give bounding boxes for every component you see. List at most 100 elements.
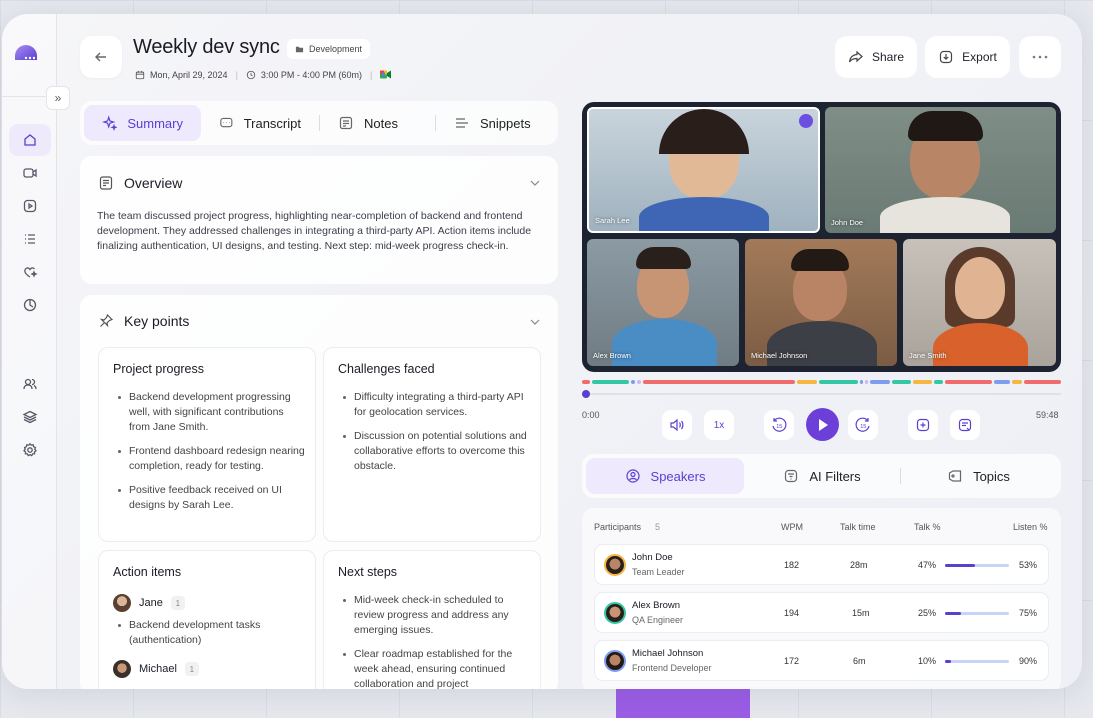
avatar (604, 602, 626, 624)
talk-bar-fill (945, 612, 961, 615)
play-button[interactable] (806, 408, 839, 441)
back-button[interactable] (80, 36, 122, 78)
tab-topics-label: Topics (973, 468, 1010, 484)
meeting-time: 3:00 PM - 4:00 PM (60m) (260, 69, 362, 80)
video-tile-michael[interactable]: Michael Johnson (745, 239, 897, 366)
layers-icon[interactable] (9, 401, 51, 433)
participant-hair (659, 109, 749, 154)
volume-icon (670, 418, 684, 432)
playback-scrubber[interactable] (582, 390, 590, 398)
settings-icon[interactable] (9, 434, 51, 466)
list-item: Mid-week check-in scheduled to review pr… (338, 593, 530, 638)
video-tile-sarah[interactable]: Sarah Lee (587, 107, 820, 233)
forward-15-button[interactable]: 15 (848, 410, 878, 440)
users-icon[interactable] (9, 368, 51, 400)
add-note-button[interactable] (950, 410, 980, 440)
assignee-name: Jane (139, 597, 163, 609)
tasks-icon[interactable] (9, 223, 51, 255)
tab-transcript-label: Transcript (243, 115, 301, 131)
tab-transcript[interactable]: Transcript (201, 105, 319, 141)
svg-text:15: 15 (776, 424, 782, 430)
recordings-icon[interactable] (9, 190, 51, 222)
share-label: Share (871, 50, 905, 64)
chevron-down-icon[interactable] (530, 180, 540, 186)
share-button[interactable]: Share (835, 36, 917, 78)
sidebar-nav (9, 124, 51, 322)
list-item: Positive feedback received on UI designs… (113, 483, 305, 513)
wpm-value: 194 (784, 608, 800, 618)
participant-role: Frontend Developer (632, 663, 712, 673)
video-tile-alex[interactable]: Alex Brown (587, 239, 739, 366)
project-progress-box: Project progress Backend development pro… (98, 347, 316, 542)
tab-ai-filters[interactable]: AI Filters (744, 458, 900, 494)
participant-hair (791, 249, 849, 271)
tab-summary-label: Summary (127, 115, 183, 131)
tag-icon (948, 470, 962, 482)
talk-listen-bar (945, 612, 1009, 615)
sparkle-icon (102, 115, 118, 131)
participant-name: John Doe (632, 552, 673, 563)
table-row[interactable]: Michael Johnson Frontend Developer 172 6… (594, 640, 1049, 681)
participant-shirt (933, 323, 1028, 366)
chat-icon (220, 117, 233, 128)
more-options-button[interactable] (1019, 36, 1061, 78)
add-clip-button[interactable] (908, 410, 938, 440)
video-icon[interactable] (9, 157, 51, 189)
rewind-15-button[interactable]: 15 (764, 410, 794, 440)
category-tag[interactable]: Development (287, 39, 371, 59)
playback-speed-button[interactable]: 1x (704, 410, 734, 440)
document-icon (99, 176, 113, 190)
speaker-timeline[interactable] (582, 380, 1062, 384)
column-header-wpm: WPM (781, 522, 803, 532)
forward-15-icon: 15 (855, 417, 870, 432)
playback-progress-track[interactable] (582, 393, 1061, 395)
analysis-tabs: Speakers AI Filters Topics (582, 454, 1061, 498)
talk-bar-fill (945, 564, 976, 567)
volume-button[interactable] (662, 410, 692, 440)
item-count-badge: 1 (184, 662, 199, 676)
tab-topics[interactable]: Topics (901, 458, 1056, 494)
wpm-value: 172 (784, 656, 800, 666)
assignee-michael[interactable]: Michael 1 (113, 660, 199, 678)
participants-table: Participants 5 WPM Talk time Talk % List… (582, 508, 1061, 689)
avatar (604, 554, 626, 576)
list-item: Frontend dashboard redesign nearing comp… (113, 444, 305, 474)
list-item: Difficulty integrating a third-party API… (338, 390, 530, 420)
video-tile-john[interactable]: John Doe (825, 107, 1056, 233)
video-tile-jane[interactable]: Jane Smith (903, 239, 1056, 366)
tab-speakers[interactable]: Speakers (586, 458, 744, 494)
participant-shirt (639, 197, 769, 231)
expand-sidebar-button[interactable]: » (46, 86, 70, 110)
participant-hair (908, 111, 983, 141)
analytics-icon[interactable] (9, 289, 51, 321)
table-row[interactable]: John Doe Team Leader 182 28m 47% 53% (594, 544, 1049, 585)
tab-summary[interactable]: Summary (84, 105, 201, 141)
column-header-talk-pct: Talk % (914, 522, 941, 532)
play-icon (818, 418, 828, 431)
talk-time-value: 15m (852, 608, 870, 618)
speaking-indicator-icon (799, 114, 813, 128)
export-button[interactable]: Export (925, 36, 1010, 78)
participants-label: Participants (594, 522, 642, 532)
folder-icon (295, 46, 304, 52)
item-count-badge: 1 (170, 596, 185, 610)
tab-snippets[interactable]: Snippets (436, 105, 554, 141)
participant-shirt (880, 197, 1010, 233)
column-header-listen-pct: Listen % (1013, 522, 1048, 532)
logo-icon (13, 42, 39, 68)
listen-pct-value: 53% (1019, 560, 1038, 570)
key-points-header[interactable]: Key points (98, 313, 189, 329)
assignee-jane[interactable]: Jane 1 (113, 594, 185, 612)
ai-favorites-icon[interactable] (9, 256, 51, 288)
overview-header[interactable]: Overview (98, 175, 182, 191)
column-header-talk-time: Talk time (840, 522, 876, 532)
meeting-meta: Mon, April 29, 2024 | 3:00 PM - 4:00 PM … (135, 69, 392, 80)
project-progress-list: Backend development progressing well, wi… (113, 390, 305, 522)
tab-ai-filters-label: AI Filters (809, 468, 861, 484)
talk-pct-value: 25% (918, 608, 937, 618)
tab-notes[interactable]: Notes (320, 105, 435, 141)
participant-name: Alex Brown (632, 600, 681, 611)
table-row[interactable]: Alex Brown QA Engineer 194 15m 25% 75% (594, 592, 1049, 633)
home-icon[interactable] (9, 124, 51, 156)
chevron-down-icon[interactable] (530, 319, 540, 325)
